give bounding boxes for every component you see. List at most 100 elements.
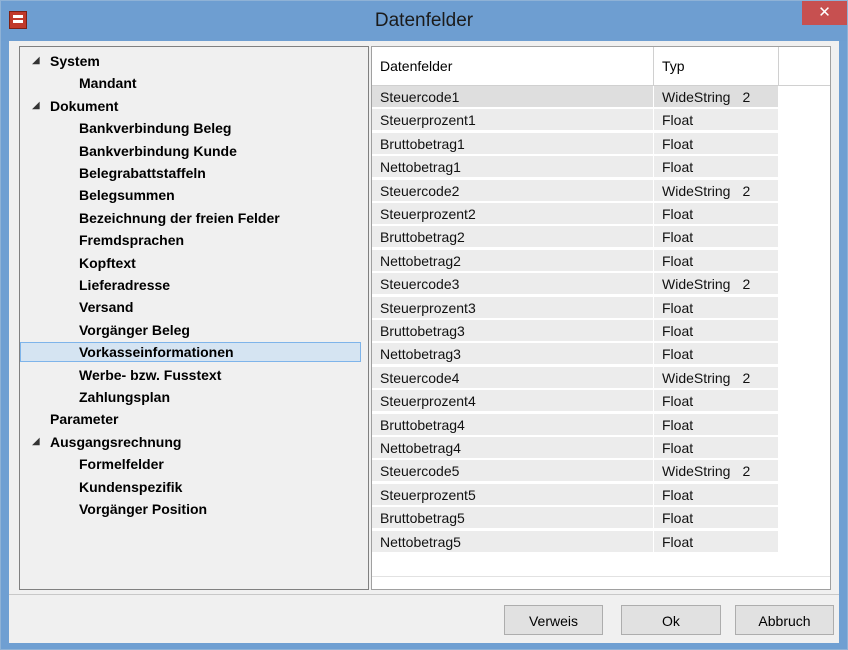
tree-leaf[interactable]: Belegsummen (20, 185, 362, 207)
column-header-datenfelder[interactable]: Datenfelder (372, 47, 654, 85)
tree-leaf[interactable]: Werbe- bzw. Fusstext (20, 365, 362, 387)
ok-button[interactable]: Ok (621, 605, 721, 635)
filler-cell (779, 132, 830, 155)
filler-cell (779, 437, 830, 459)
filler-cell (779, 320, 830, 342)
field-type-cell: WideString 2 (654, 366, 779, 389)
title-bar[interactable]: Datenfelder ✕ (1, 1, 847, 41)
filler-cell (779, 179, 830, 202)
table-row[interactable]: Steuercode3 WideString 2 (372, 273, 830, 296)
field-size-text: 2 (742, 369, 751, 386)
field-name-cell: Steuerprozent3 (372, 296, 654, 319)
tree-leaf[interactable]: Bankverbindung Beleg (20, 118, 362, 140)
table-row[interactable]: Bruttobetrag1 Float (372, 132, 830, 156)
tree-leaf[interactable]: Formelfelder (20, 454, 362, 476)
field-size-text: 2 (742, 182, 751, 199)
filler-cell (779, 366, 830, 389)
tree-item-label: Vorkasseinformationen (79, 344, 234, 361)
verweis-button[interactable]: Verweis (504, 605, 603, 635)
table-row[interactable]: Steuercode2 WideString 2 (372, 179, 830, 203)
table-row[interactable]: Nettobetrag5 Float (372, 530, 830, 554)
field-type-cell: Float (654, 226, 779, 249)
filler-cell (779, 507, 830, 530)
tree-item-label: Belegrabattstaffeln (79, 165, 206, 181)
table-row[interactable]: Steuerprozent5 Float (372, 483, 830, 507)
field-type-text: Float (662, 323, 694, 339)
dialog-window: Datenfelder ✕ ◢ System Mandant ◢ Dokument Ban… (0, 0, 848, 650)
table-row[interactable]: Bruttobetrag3 Float (372, 320, 830, 343)
tree-node[interactable]: ◢ Dokument (20, 96, 362, 118)
expand-arrow-icon[interactable]: ◢ (32, 51, 42, 71)
field-name-cell: Steuerprozent1 (372, 109, 654, 132)
field-type-text: WideString (662, 276, 731, 293)
tree-leaf[interactable]: Belegrabattstaffeln (20, 163, 362, 185)
abbruch-button[interactable]: Abbruch (735, 605, 834, 635)
tree-leaf[interactable]: Zahlungsplan (20, 387, 362, 409)
tree-item-label: Kundenspezifik (79, 478, 183, 495)
category-tree[interactable]: ◢ System Mandant ◢ Dokument Bankverbindung Be… (19, 46, 369, 590)
field-name-cell: Nettobetrag4 (372, 437, 654, 459)
table-row[interactable]: Steuerprozent1 Float (372, 109, 830, 132)
tree-leaf[interactable]: Fremdsprachen (20, 230, 362, 252)
tree-leaf[interactable]: Versand (20, 297, 362, 319)
field-size-text: 2 (742, 89, 751, 105)
filler-cell (779, 249, 830, 272)
filler-cell (779, 86, 830, 108)
field-type-cell: Float (654, 530, 779, 553)
table-row[interactable]: Nettobetrag2 Float (372, 249, 830, 273)
field-type-text: Float (662, 533, 694, 550)
tree-node[interactable]: ◢ Ausgangsrechnung (20, 432, 362, 454)
tree-item-label: Versand (79, 299, 134, 316)
table-row[interactable]: Nettobetrag4 Float (372, 437, 830, 460)
field-name-cell: Bruttobetrag1 (372, 132, 654, 155)
field-type-text: Float (662, 440, 694, 456)
expand-arrow-icon[interactable]: ◢ (32, 432, 42, 452)
fields-grid[interactable]: Datenfelder Typ Steuercode1 WideString 2 St… (371, 46, 831, 590)
field-name-cell: Steuerprozent4 (372, 390, 654, 413)
tree-node[interactable]: ◢ System (20, 51, 362, 73)
tree-leaf[interactable]: Mandant (20, 73, 362, 95)
table-row[interactable]: Steuercode1 WideString 2 (372, 86, 830, 109)
expand-arrow-icon[interactable]: ◢ (32, 96, 42, 116)
button-separator (9, 594, 839, 595)
tree-leaf[interactable]: Bankverbindung Kunde (20, 141, 362, 163)
filler-cell (779, 296, 830, 319)
column-header-typ[interactable]: Typ (654, 47, 779, 85)
filler-cell (779, 203, 830, 225)
close-button[interactable]: ✕ (802, 1, 847, 25)
table-row[interactable]: Nettobetrag3 Float (372, 343, 830, 366)
tree-leaf[interactable]: Kopftext (20, 253, 362, 275)
tree-leaf[interactable]: Bezeichnung der freien Felder (20, 208, 362, 230)
tree-leaf[interactable]: Vorkasseinformationen (20, 342, 362, 364)
table-row[interactable]: Steuercode4 WideString 2 (372, 366, 830, 390)
field-type-text: WideString (662, 182, 731, 199)
table-row[interactable]: Steuercode5 WideString 2 (372, 460, 830, 483)
field-name-cell: Bruttobetrag3 (372, 320, 654, 342)
field-type-text: Float (662, 416, 694, 433)
field-name-cell: Steuercode2 (372, 179, 654, 202)
field-type-text: Float (662, 229, 694, 246)
field-name-cell: Bruttobetrag5 (372, 507, 654, 530)
table-row[interactable]: Bruttobetrag4 Float (372, 413, 830, 437)
field-name-cell: Nettobetrag2 (372, 249, 654, 272)
field-name-cell: Steuerprozent2 (372, 203, 654, 225)
tree-node[interactable]: Parameter (20, 409, 362, 431)
table-row[interactable]: Bruttobetrag2 Float (372, 226, 830, 249)
field-type-cell: Float (654, 437, 779, 459)
table-row[interactable]: Steuerprozent3 Float (372, 296, 830, 320)
tree-item-label: Bezeichnung der freien Felder (79, 209, 280, 226)
field-type-cell: Float (654, 413, 779, 436)
table-row[interactable]: Steuerprozent4 Float (372, 390, 830, 413)
tree-leaf[interactable]: Lieferadresse (20, 275, 362, 297)
table-row[interactable]: Bruttobetrag5 Float (372, 507, 830, 530)
field-type-text: WideString (662, 89, 731, 105)
tree-leaf[interactable]: Kundenspezifik (20, 477, 362, 499)
tree-item-label: Zahlungsplan (79, 389, 170, 405)
tree-item-label: Bankverbindung Beleg (79, 120, 232, 137)
field-type-cell: Float (654, 109, 779, 132)
table-row[interactable]: Nettobetrag1 Float (372, 156, 830, 179)
tree-item-label: Belegsummen (79, 187, 175, 204)
table-row[interactable]: Steuerprozent2 Float (372, 203, 830, 226)
tree-leaf[interactable]: Vorgänger Beleg (20, 320, 362, 342)
tree-leaf[interactable]: Vorgänger Position (20, 499, 362, 521)
